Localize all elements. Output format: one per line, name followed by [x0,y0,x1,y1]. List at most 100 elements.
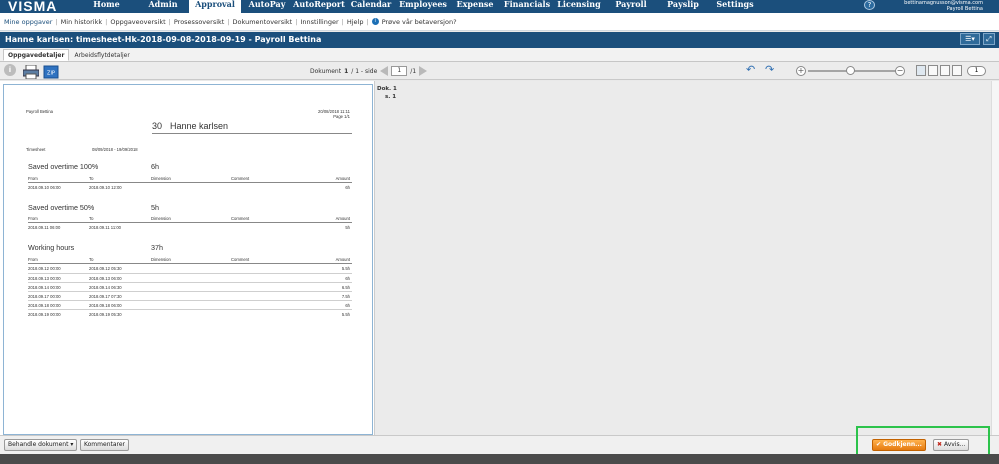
title-tools: ☰▾ ⤢ [960,33,995,47]
top-navigation-bar: VISMA Home Admin Approval AutoPay AutoRe… [0,0,999,13]
row-from: 2018.09.12 00:00 [28,266,61,271]
section-total: 37h [151,243,163,252]
single-page-view-icon[interactable] [916,65,926,76]
nav-expense[interactable]: Expense [449,0,501,13]
page-count-badge: 1 [967,66,986,76]
subnav-process-overview[interactable]: Prosessoversikt [174,18,224,26]
row-from: 2018.09.19 00:00 [28,312,61,317]
row-amount: 5.5h [341,266,350,271]
subnav-my-tasks[interactable]: Mine oppgaver [4,18,52,26]
account-info[interactable]: bettinamagnusson@visma.com Payroll Betti… [904,0,983,13]
row-amount: 7.5h [341,294,350,299]
row-to: 2018.09.19 05:30 [89,312,122,317]
nav-autoreport[interactable]: AutoReport [293,0,345,13]
header-rule [28,222,352,223]
subnav-task-overview[interactable]: Oppgaveoversikt [110,18,165,26]
grid-view-icon[interactable] [952,65,962,76]
rotate-left-icon[interactable]: ↶ [746,64,760,78]
page-input[interactable]: 1 [391,66,408,76]
document-number: 1 [344,67,349,75]
col-dimension: Dimension [151,176,171,181]
row-to: 2018.09.13 06:00 [89,276,122,281]
row-amount: 6h [345,185,350,190]
doc-period: 08/09/2018 - 19/09/2018 [92,147,138,152]
col-dimension: Dimension [151,257,171,262]
col-amount: Amount [335,216,350,221]
list-menu-icon[interactable]: ☰▾ [960,33,980,45]
row-from: 2018.09.13 00:00 [28,276,61,281]
row-divider [28,291,352,292]
thumb-doc-label[interactable]: Dok. 1 [377,86,397,92]
subnav-beta-link[interactable]: Prøve vår betaversjon? [382,18,457,26]
bottom-action-bar: Behandle dokument ▾ Kommentarer ✔ Godkje… [0,435,999,454]
col-from: From [28,216,38,221]
nav-admin[interactable]: Admin [137,0,189,13]
two-page-view-icon[interactable] [940,65,950,76]
nav-payslip[interactable]: Payslip [657,0,709,13]
fullscreen-icon[interactable]: ⤢ [983,33,995,45]
subnav-document-overview[interactable]: Dokumentoversikt [233,18,293,26]
process-document-button[interactable]: Behandle dokument ▾ [4,439,78,451]
visma-logo[interactable]: VISMA [0,0,76,13]
doc-type: Timesheet [26,147,46,152]
comments-button[interactable]: Kommentarer [80,439,130,451]
subnav-help[interactable]: Hjelp [347,18,364,26]
nav-approval[interactable]: Approval [189,0,241,13]
col-from: From [28,257,38,262]
zip-download-icon[interactable]: ZIP [43,64,59,79]
col-comment: Comment [231,216,250,221]
zoom-out-icon[interactable]: − [895,66,905,76]
col-amount: Amount [335,257,350,262]
nav-settings[interactable]: Settings [709,0,761,13]
document-of: / 1 - side [351,67,378,75]
process-document-label: Behandle dokument [8,441,69,448]
nav-financials[interactable]: Financials [501,0,553,13]
fit-width-view-icon[interactable] [928,65,938,76]
document-page[interactable]: Payroll Bettina 20/08/2018 11:11 Page 1/… [3,84,373,435]
section-total: 6h [151,162,159,171]
row-divider [28,300,352,301]
subnav-settings[interactable]: Innstillinger [300,18,338,26]
nav-autopay[interactable]: AutoPay [241,0,293,13]
col-comment: Comment [231,176,250,181]
header-rule [28,182,352,183]
sub-navigation: Mine oppgaver | Min historikk | Oppgaveove… [0,13,999,31]
thumb-page-label[interactable]: s. 1 [385,94,396,100]
print-icon[interactable] [22,64,40,80]
next-page-icon[interactable] [419,66,428,76]
zoom-slider-knob[interactable] [846,66,855,75]
svg-text:ZIP: ZIP [47,71,55,77]
row-amount: 5h [345,225,350,230]
nav-employees[interactable]: Employees [397,0,449,13]
zoom-in-icon[interactable]: + [796,66,806,76]
info-circle-icon[interactable]: i [4,64,16,76]
name-underline [152,133,352,134]
doc-employee-number: 30 [152,121,163,131]
doc-page-info: Page 1/1 [333,114,350,119]
col-to: To [89,257,94,262]
page-total: /1 [410,67,417,75]
vertical-scrollbar[interactable] [991,81,999,435]
help-icon[interactable]: ? [864,0,875,10]
row-from: 2018.09.10 06:00 [28,185,61,190]
header-rule [28,263,352,264]
previous-page-icon[interactable] [380,66,389,76]
col-to: To [89,216,94,221]
row-from: 2018.09.17 00:00 [28,294,61,299]
viewer-toolbar: i ZIP Dokument 1 / 1 - side 1 /1 ↶ ↷ + −… [0,62,999,80]
section-title: Saved overtime 100% [28,162,99,171]
tab-task-details[interactable]: Oppgavedetaljer [3,49,70,61]
info-icon: i [371,18,379,25]
rotate-right-icon[interactable]: ↷ [765,64,779,78]
nav-licensing[interactable]: Licensing [553,0,605,13]
nav-home[interactable]: Home [76,0,137,13]
nav-calendar[interactable]: Calendar [345,0,397,13]
tab-workflow-details[interactable]: Arbeidsflytdetaljer [69,49,134,61]
row-to: 2018.09.17 07:30 [89,294,122,299]
row-amount: 6h [345,276,350,281]
doc-employee-name: Hanne karlsen [170,121,229,131]
subnav-my-history[interactable]: Min historikk [61,18,102,26]
document-label: Dokument [310,67,342,75]
document-viewer: Payroll Bettina 20/08/2018 11:11 Page 1/… [0,81,999,435]
nav-payroll[interactable]: Payroll [605,0,657,13]
